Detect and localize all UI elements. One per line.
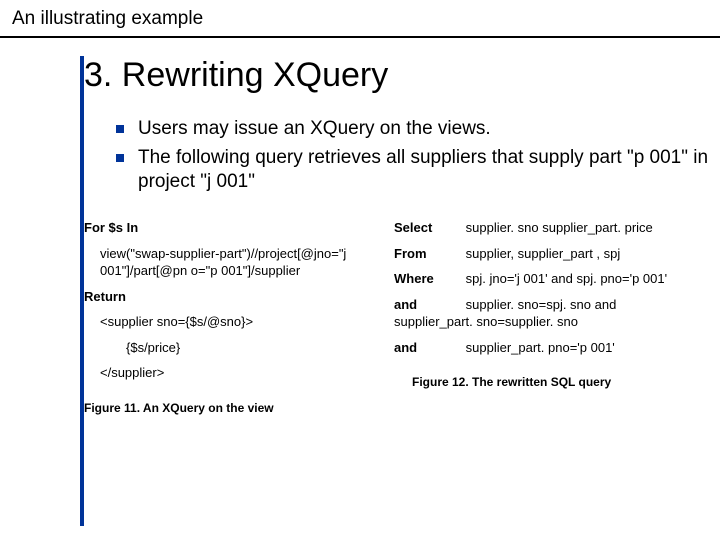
where-clause-3: supplier_part. pno='p 001' xyxy=(466,340,615,355)
bullet-item: Users may issue an XQuery on the views. xyxy=(116,117,720,142)
square-bullet-icon xyxy=(116,125,124,133)
where-clause-1: spj. jno='j 001' and spj. pno='p 001' xyxy=(466,271,667,286)
figure-12-caption: Figure 12. The rewritten SQL query xyxy=(412,374,684,390)
select-clause: supplier. sno supplier_part. price xyxy=(466,220,653,235)
bullet-text: Users may issue an XQuery on the views. xyxy=(138,117,491,142)
select-keyword: Select xyxy=(394,219,462,237)
and-keyword: and xyxy=(394,296,462,314)
supplier-close-tag: </supplier> xyxy=(100,364,354,382)
from-clause: supplier, supplier_part , spj xyxy=(466,246,621,261)
from-keyword: From xyxy=(394,245,462,263)
square-bullet-icon xyxy=(116,154,124,162)
xquery-column: For $s In view("swap-supplier-part")//pr… xyxy=(84,219,354,424)
xquery-view-expr: view("swap-supplier-part")//project[@jno… xyxy=(100,245,354,280)
bullet-list: Users may issue an XQuery on the views. … xyxy=(116,117,720,195)
for-keyword: For $s In xyxy=(84,220,138,235)
bullet-item: The following query retrieves all suppli… xyxy=(116,146,720,195)
sql-column: Select supplier. sno supplier_part. pric… xyxy=(394,219,684,424)
accent-bar xyxy=(80,56,84,526)
where-keyword: Where xyxy=(394,270,462,288)
figure-11-caption: Figure 11. An XQuery on the view xyxy=(84,400,354,416)
return-keyword: Return xyxy=(84,289,126,304)
and-keyword: and xyxy=(394,339,462,357)
slide-header: An illustrating example xyxy=(0,0,720,38)
slide-content: 3. Rewriting XQuery Users may issue an X… xyxy=(0,38,720,424)
slide-title: 3. Rewriting XQuery xyxy=(84,56,720,95)
bullet-text: The following query retrieves all suppli… xyxy=(138,146,720,195)
price-expr: {$s/price} xyxy=(126,339,354,357)
two-column-area: For $s In view("swap-supplier-part")//pr… xyxy=(84,219,720,424)
supplier-open-tag: <supplier sno={$s/@sno}> xyxy=(100,313,354,331)
